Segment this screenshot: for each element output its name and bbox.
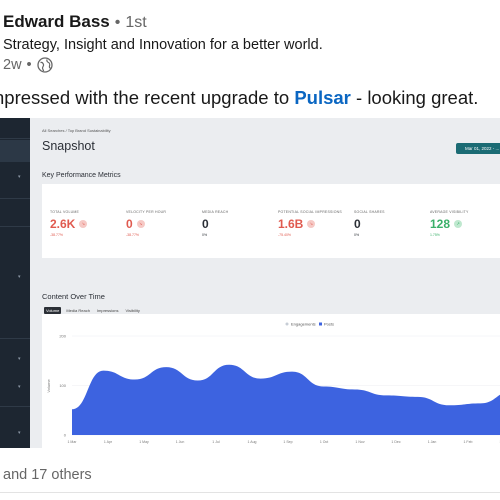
kpi-change: 0% (354, 233, 360, 237)
tab-media-reach[interactable]: Media Reach (64, 307, 92, 314)
kpi-section-title: Key Performance Metrics (42, 172, 121, 179)
y-tick-label: 100 (59, 383, 66, 388)
trend-down-icon: ↘ (307, 220, 316, 228)
x-tick-label: 1 Jun (176, 440, 185, 444)
tab-volume[interactable]: Volume (44, 307, 62, 314)
kpi-value-row: 2.6K ↘ (50, 217, 88, 231)
x-tick-label: 1 May (139, 440, 149, 444)
x-tick-label: 1 Nov (355, 440, 364, 444)
pulsar-link[interactable]: Pulsar (294, 87, 351, 108)
globe-icon (36, 57, 53, 73)
kpi-label: AVERAGE VISIBILITY (430, 210, 469, 214)
post-text: npressed with the recent upgrade to Puls… (0, 87, 478, 109)
kpi-value-row: 0 ↘ (126, 217, 166, 231)
divider (0, 492, 500, 493)
x-tick-label: 1 Jan (428, 440, 437, 444)
kpi-change: 1.75% (430, 233, 440, 237)
chevron-down-icon: ▾ (18, 356, 21, 362)
sidebar-active-item (0, 140, 30, 162)
sidebar-divider (0, 226, 30, 227)
post-meta: 2w • (3, 57, 53, 73)
content-over-time-title: Content Over Time (42, 292, 105, 301)
kpi-label: TOTAL VOLUME (50, 210, 79, 214)
chevron-down-icon: ▾ (18, 274, 21, 280)
kpi-change: -38.77% (126, 233, 140, 237)
x-tick-label: 1 Feb (464, 440, 473, 444)
x-tick-label: 1 Aug (248, 440, 257, 444)
post-text-end: - looking great. (350, 87, 479, 108)
legend-engagements-marker (285, 322, 289, 326)
x-tick-label: 1 Dec (391, 440, 400, 444)
kpi-value: 2.6K (50, 217, 76, 231)
chevron-down-icon: ▾ (18, 384, 21, 390)
trend-down-icon: ↘ (136, 220, 145, 228)
kpi-label: SOCIAL SHARES (354, 210, 385, 214)
kpi-tile: AVERAGE VISIBILITY 128 ↗ 1.75% (430, 210, 469, 237)
posts-area (72, 364, 500, 435)
breadcrumb: All Searches / Top Brand Sustainability (42, 128, 111, 133)
x-tick-label: 1 Mar (68, 440, 78, 444)
kpi-tile: VELOCITY PER HOUR 0 ↘ -38.77% (126, 210, 166, 237)
kpi-label: POTENTIAL SOCIAL IMPRESSIONS (278, 210, 342, 214)
tab-impressions[interactable]: Impressions (95, 307, 121, 314)
sidebar-divider (0, 198, 30, 199)
x-tick-label: 1 Oct (320, 440, 328, 444)
kpi-label: MEDIA REACH (202, 210, 229, 214)
dashboard-screenshot[interactable]: ▾ ▾ ▾ ▾ ▾ All Searches / Top Brand Susta… (0, 118, 500, 448)
kpi-card: TOTAL VOLUME 2.6K ↘ -38.77% VELOCITY PER HOU… (42, 184, 500, 258)
separator-dot: • (114, 14, 121, 31)
tab-visibility[interactable]: Visibility (123, 307, 141, 314)
kpi-value-row: 0 (202, 217, 228, 231)
kpi-value-row: 1.6B ↘ (278, 217, 342, 231)
author-line: Edward Bass • 1st (3, 12, 147, 32)
y-axis-label: Volume (46, 379, 51, 393)
page-title: Snapshot (42, 139, 95, 153)
author-headline: Strategy, Insight and Innovation for a b… (3, 37, 323, 53)
kpi-value: 0 (126, 217, 133, 231)
post-text-start: npressed with the recent upgrade to (0, 87, 295, 108)
legend-engagements-label: Engagements (291, 322, 316, 327)
reactions-count[interactable]: and 17 others (3, 467, 92, 483)
connection-degree: 1st (125, 14, 147, 31)
trend-down-icon: ↘ (79, 220, 88, 228)
chevron-down-icon: ▾ (18, 174, 21, 180)
kpi-tile: SOCIAL SHARES 0 0% (354, 210, 385, 237)
kpi-value-row: 128 ↗ (430, 217, 469, 231)
kpi-change: -75.40% (278, 233, 292, 237)
chevron-down-icon: ▾ (18, 430, 21, 436)
trend-up-icon: ↗ (454, 220, 463, 228)
kpi-value: 0 (354, 217, 361, 231)
kpi-change: -38.77% (50, 233, 64, 237)
author-name[interactable]: Edward Bass (3, 12, 110, 32)
content-over-time-chart: 200 100 0 Volume 1 Mar 1 Apr 1 May 1 Jun 1 Jul 1 … (46, 322, 500, 444)
kpi-value: 0 (202, 217, 209, 231)
dashboard-sidebar: ▾ ▾ ▾ ▾ ▾ (0, 118, 30, 448)
y-tick-label: 0 (64, 433, 67, 438)
chart-tabs: Volume Media Reach Impressions Visibility (44, 307, 142, 314)
sidebar-divider (0, 338, 30, 339)
x-tick-label: 1 Apr (104, 440, 113, 444)
kpi-tile: MEDIA REACH 0 0% (202, 210, 228, 237)
kpi-label: VELOCITY PER HOUR (126, 210, 167, 214)
legend-posts-label: Posts (324, 322, 334, 327)
x-tick-label: 1 Jul (212, 440, 220, 444)
post-header: Edward Bass • 1st Strategy, Insight and … (0, 12, 500, 82)
chart-card: 200 100 0 Volume 1 Mar 1 Apr 1 May 1 Jun 1 Jul 1 … (42, 314, 500, 448)
sidebar-divider (0, 406, 30, 407)
kpi-value: 128 (430, 217, 451, 231)
kpi-change: 0% (202, 233, 208, 237)
legend-posts-marker (319, 322, 322, 326)
kpi-value-row: 0 (354, 217, 385, 231)
kpi-tile: TOTAL VOLUME 2.6K ↘ -38.77% (50, 210, 88, 237)
kpi-value: 1.6B (278, 217, 304, 231)
sidebar-divider (0, 138, 30, 139)
date-range-button[interactable]: Mar 01, 2022 - ... (456, 143, 500, 154)
x-tick-label: 1 Sep (283, 440, 292, 444)
post-time: 2w (3, 57, 22, 73)
meta-separator: • (26, 57, 32, 73)
y-tick-label: 200 (59, 334, 66, 339)
kpi-tile: POTENTIAL SOCIAL IMPRESSIONS 1.6B ↘ -75.40% (278, 210, 342, 237)
